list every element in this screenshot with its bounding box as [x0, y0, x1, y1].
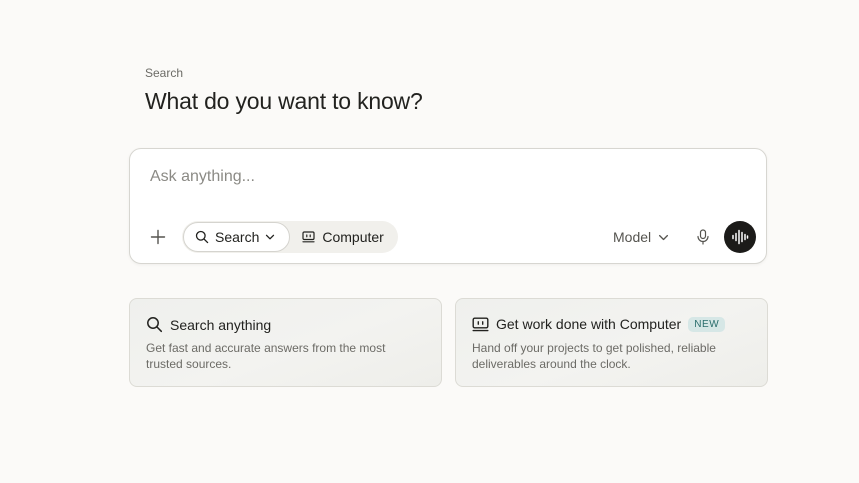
- voice-waveform-icon: [732, 229, 749, 245]
- new-badge: NEW: [688, 316, 726, 332]
- chevron-down-icon: [659, 234, 669, 240]
- add-attachment-button[interactable]: [146, 225, 170, 249]
- card-description: Hand off your projects to get polished, …: [472, 341, 716, 371]
- plus-icon: [150, 229, 166, 245]
- card-description: Get fast and accurate answers from the m…: [146, 341, 386, 371]
- mode-toggle: Search Computer: [182, 221, 398, 253]
- page-eyebrow: Search: [145, 66, 184, 80]
- search-icon: [195, 230, 209, 244]
- search-anything-card[interactable]: Search anything Get fast and accurate an…: [129, 298, 442, 387]
- chevron-down-icon: [266, 234, 275, 240]
- computer-card[interactable]: Get work done with Computer NEW Hand off…: [455, 298, 768, 387]
- search-mode-label: Search: [215, 229, 260, 245]
- card-title-text: Get work done with Computer: [496, 316, 682, 332]
- computer-icon: [472, 317, 489, 331]
- search-mode-button[interactable]: Search: [183, 222, 291, 252]
- dictation-button[interactable]: [692, 226, 714, 248]
- model-label: Model: [613, 229, 652, 245]
- microphone-icon: [697, 229, 709, 245]
- voice-mode-button[interactable]: [724, 221, 756, 253]
- page-title: What do you want to know?: [145, 88, 423, 114]
- model-selector[interactable]: Model: [613, 226, 669, 248]
- computer-icon: [302, 231, 315, 243]
- computer-mode-label: Computer: [322, 229, 384, 245]
- computer-mode-button[interactable]: Computer: [290, 222, 395, 252]
- card-title: Search anything: [146, 316, 271, 333]
- card-title-text: Search anything: [170, 316, 272, 333]
- page: Search What do you want to know? Search: [0, 0, 859, 483]
- card-title: Get work done with Computer NEW: [472, 316, 726, 332]
- ask-input[interactable]: [150, 165, 710, 189]
- search-icon: [147, 317, 163, 333]
- ask-composer: Search Computer Model: [129, 148, 767, 264]
